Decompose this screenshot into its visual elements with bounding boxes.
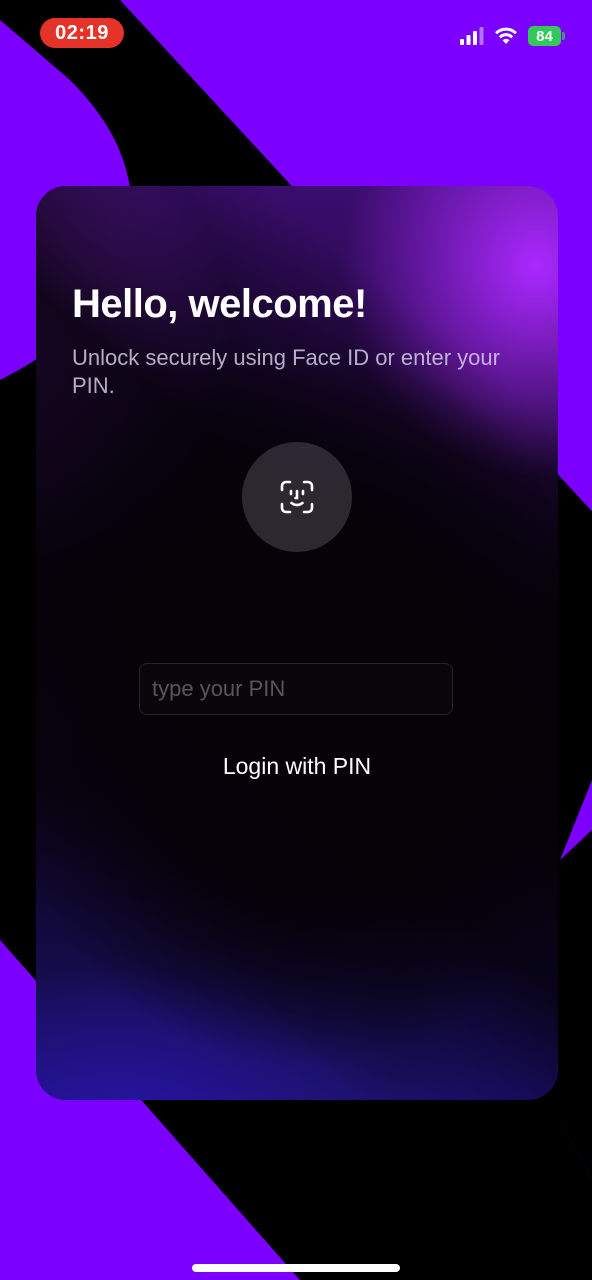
status-bar: 02:19 84 bbox=[0, 0, 592, 70]
battery-icon: 84 bbox=[528, 26, 566, 46]
battery-level: 84 bbox=[528, 26, 561, 46]
face-id-button[interactable] bbox=[242, 442, 352, 552]
login-with-pin-button[interactable]: Login with PIN bbox=[186, 746, 408, 786]
app-screen: 02:19 84 Hello, welcome! Unlock securely… bbox=[0, 0, 592, 1280]
status-time[interactable]: 02:19 bbox=[40, 18, 124, 48]
wifi-icon bbox=[495, 27, 517, 44]
login-card: Hello, welcome! Unlock securely using Fa… bbox=[36, 186, 558, 1100]
home-indicator[interactable] bbox=[192, 1264, 400, 1272]
battery-tip bbox=[562, 32, 565, 40]
welcome-title: Hello, welcome! bbox=[72, 282, 367, 326]
pin-input[interactable] bbox=[139, 663, 453, 715]
welcome-subtitle: Unlock securely using Face ID or enter y… bbox=[72, 345, 500, 398]
face-id-icon bbox=[280, 480, 314, 514]
cellular-signal-icon bbox=[460, 27, 484, 45]
